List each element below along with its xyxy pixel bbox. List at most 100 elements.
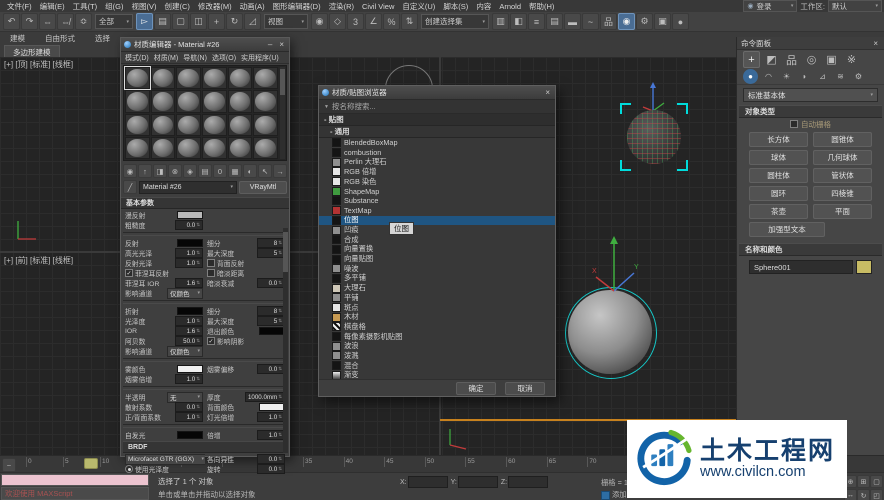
close-icon[interactable]: × <box>871 39 880 48</box>
menu-item[interactable]: 视图(V) <box>128 1 161 12</box>
map-list-item[interactable]: 合成 <box>319 235 555 245</box>
minimize-icon[interactable]: – <box>266 40 274 49</box>
material-name-dropdown[interactable]: Material #26▾ <box>139 181 237 194</box>
map-list-item[interactable]: 多平铺 <box>319 274 555 284</box>
open-mini-curve-editor-icon[interactable]: ~ <box>2 458 16 472</box>
spinner-field[interactable]: 1.0 <box>175 248 203 258</box>
redo-icon[interactable]: ↷ <box>21 13 38 30</box>
color-swatch[interactable] <box>177 307 203 315</box>
time-slider-handle[interactable] <box>84 458 98 469</box>
show-map-in-viewport-icon[interactable]: ▦ <box>228 164 242 178</box>
material-sample-slot[interactable] <box>176 67 201 89</box>
show-end-result-icon[interactable]: ◐ <box>243 164 257 178</box>
angle-snap-icon[interactable]: ∠ <box>365 13 382 30</box>
edit-named-selection-sets-icon[interactable]: ▥ <box>492 13 509 30</box>
material-sample-slot[interactable] <box>125 67 150 89</box>
primitive-button[interactable]: 长方体 <box>749 132 808 147</box>
material-editor-menu-item[interactable]: 选项(O) <box>210 53 238 63</box>
put-to-library-icon[interactable]: ▤ <box>198 164 212 178</box>
map-list-item[interactable]: 渐变 <box>319 371 555 380</box>
primitive-button[interactable]: 球体 <box>749 150 808 165</box>
spinner-field[interactable]: 1.0 <box>175 316 203 326</box>
menu-item[interactable]: 内容 <box>472 1 495 12</box>
dropdown[interactable]: 仅颜色▾ <box>167 346 203 357</box>
slots-scrollbar[interactable] <box>280 67 285 159</box>
make-unique-icon[interactable]: ◈ <box>183 164 197 178</box>
material-editor-icon[interactable]: ◉ <box>618 13 635 30</box>
material-editor-menu-item[interactable]: 材质(M) <box>152 53 181 63</box>
command-panel-header[interactable]: 命令面板 × <box>737 37 884 50</box>
manipulate-icon[interactable]: ◇ <box>329 13 346 30</box>
material-sample-slot[interactable] <box>253 67 278 89</box>
login-dropdown[interactable]: ◉ 登录▾ <box>743 0 797 12</box>
coordinate-field[interactable]: Z: <box>501 476 548 488</box>
material-sample-slot[interactable] <box>151 114 176 136</box>
percent-snap-icon[interactable]: % <box>383 13 400 30</box>
object-color-swatch[interactable] <box>856 260 872 274</box>
ribbon-toggle-icon[interactable]: ▬ <box>564 13 581 30</box>
map-list-item[interactable]: Perlin 大理石 <box>319 157 555 167</box>
tab-modify-icon[interactable]: ◩ <box>763 51 780 68</box>
map-list-item[interactable]: 波浪 <box>319 341 555 351</box>
material-sample-slot[interactable] <box>176 137 201 159</box>
selection-filter-dropdown[interactable]: 全部▾ <box>95 14 133 29</box>
material-editor-menu-item[interactable]: 模式(D) <box>123 53 151 63</box>
maxscript-mini-listener[interactable] <box>1 474 149 486</box>
cat-lights-icon[interactable]: ☀ <box>779 69 794 84</box>
search-dropdown-icon[interactable]: ▼ <box>324 104 329 110</box>
material-sample-slot[interactable] <box>151 67 176 89</box>
menu-item[interactable]: 组(G) <box>101 1 127 12</box>
checkbox[interactable] <box>207 337 215 345</box>
zoom-extents-icon[interactable]: ▢ <box>870 475 883 488</box>
map-list-item[interactable]: 木材 <box>319 312 555 322</box>
group-general[interactable]: - 通用 <box>319 126 555 138</box>
material-sample-slot[interactable] <box>202 67 227 89</box>
material-sample-slot[interactable] <box>125 114 150 136</box>
map-list-item[interactable]: 斑点 <box>319 303 555 313</box>
rect-selection-region-icon[interactable]: ▢ <box>172 13 189 30</box>
material-sample-slot[interactable] <box>151 90 176 112</box>
group-maps[interactable]: - 贴图 <box>319 114 555 126</box>
spinner-field[interactable]: 0.0 <box>257 278 285 288</box>
ribbon-tab[interactable]: 建模 <box>0 32 35 45</box>
ribbon-tab[interactable]: 自由形式 <box>35 32 85 45</box>
tab-motion-icon[interactable]: ◎ <box>803 51 820 68</box>
cat-cameras-icon[interactable]: ◗ <box>797 69 812 84</box>
mirror-icon[interactable]: ◧ <box>510 13 527 30</box>
rollout-name-and-color[interactable]: 名称和颜色 <box>739 243 882 256</box>
assign-material-icon[interactable]: ◨ <box>153 164 167 178</box>
menu-item[interactable]: 工具(T) <box>69 1 102 12</box>
primitive-button[interactable]: 圆柱体 <box>749 168 808 183</box>
cat-shapes-icon[interactable]: ◠ <box>761 69 776 84</box>
orbit-icon[interactable]: ↻ <box>857 489 870 500</box>
material-editor-titlebar[interactable]: 材质编辑器 - Material #26 – × <box>121 38 289 52</box>
spinner-field[interactable]: 8 <box>257 306 285 316</box>
material-sample-slot[interactable] <box>253 90 278 112</box>
material-sample-slot[interactable] <box>202 137 227 159</box>
bind-spacewarp-icon[interactable]: ≎ <box>75 13 92 30</box>
material-sample-slot[interactable] <box>176 90 201 112</box>
undo-icon[interactable]: ↶ <box>3 13 20 30</box>
snap-toggle-icon[interactable]: 3 <box>347 13 364 30</box>
cancel-button[interactable]: 取消 <box>505 382 545 395</box>
material-sample-slot[interactable] <box>228 90 253 112</box>
curve-editor-icon[interactable]: ~ <box>582 13 599 30</box>
cat-helpers-icon[interactable]: ⊿ <box>815 69 830 84</box>
sphere-object[interactable] <box>568 290 652 374</box>
primitive-button[interactable]: 茶壶 <box>749 204 808 219</box>
cat-geometry-icon[interactable]: ● <box>743 69 758 84</box>
spinner-field[interactable]: 0.0 <box>257 454 285 464</box>
window-crossing-icon[interactable]: ◫ <box>190 13 207 30</box>
map-list-item[interactable]: TextMap <box>319 206 555 216</box>
maxscript-listener-text[interactable]: 欢迎使用 MAXScript <box>1 487 149 500</box>
select-object-icon[interactable]: ▻ <box>136 13 153 30</box>
map-list-item[interactable]: 位图 <box>319 216 555 226</box>
radio-button[interactable] <box>125 465 133 473</box>
align-icon[interactable]: ≡ <box>528 13 545 30</box>
close-icon[interactable]: × <box>543 88 552 97</box>
coordinate-field[interactable]: Y: <box>451 476 498 488</box>
map-list-item[interactable]: 向量贴图 <box>319 254 555 264</box>
coordinate-field[interactable]: X: <box>400 476 448 488</box>
material-sample-slot[interactable] <box>176 114 201 136</box>
dropdown[interactable]: 仅颜色▾ <box>167 288 203 299</box>
